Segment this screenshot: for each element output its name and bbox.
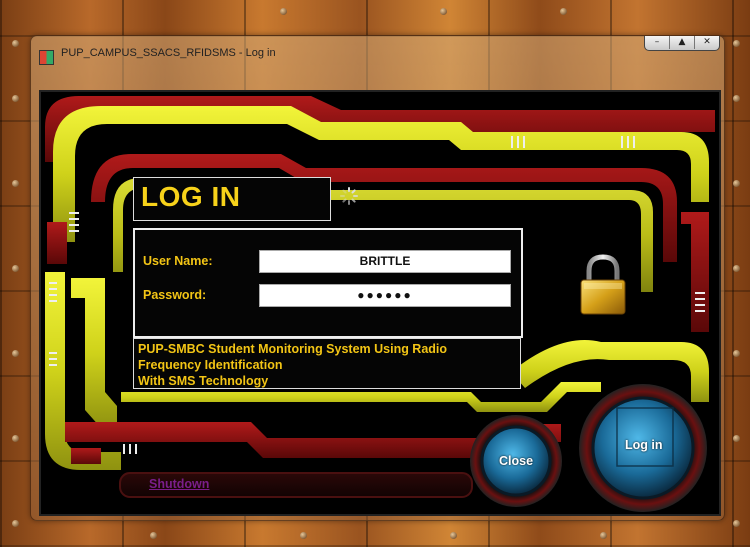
- close-button[interactable]: Close: [469, 414, 563, 508]
- title-box: LOG IN: [133, 177, 331, 221]
- password-label: Password:: [143, 288, 207, 302]
- maximize-button[interactable]: ▲: [669, 36, 694, 49]
- shutdown-bar: Shutdown: [119, 472, 473, 498]
- padlock-icon: [580, 254, 626, 315]
- login-panel: LOG IN User Name: BRITTLE Password: ●●●●…: [39, 90, 721, 516]
- close-window-button[interactable]: ✕: [694, 36, 719, 49]
- minimize-button[interactable]: –: [645, 36, 669, 49]
- title-bar[interactable]: PUP_CAMPUS_SSACS_RFIDSMS - Log in – ▲ ✕: [31, 36, 724, 66]
- credentials-box: User Name: BRITTLE Password: ●●●●●●: [133, 228, 523, 338]
- username-label: User Name:: [143, 254, 213, 268]
- login-button-label: Log in: [625, 438, 663, 452]
- page-title: LOG IN: [141, 181, 241, 212]
- password-field[interactable]: ●●●●●●: [259, 284, 511, 307]
- shutdown-link[interactable]: Shutdown: [149, 477, 209, 491]
- description-line: PUP-SMBC Student Monitoring System Using…: [138, 342, 448, 356]
- loading-spinner-icon: [340, 187, 358, 205]
- description-line: Frequency Identification: [138, 358, 283, 372]
- login-window: PUP_CAMPUS_SSACS_RFIDSMS - Log in – ▲ ✕: [30, 35, 725, 521]
- window-title: PUP_CAMPUS_SSACS_RFIDSMS - Log in: [61, 47, 276, 59]
- description-text: PUP-SMBC Student Monitoring System Using…: [138, 341, 518, 389]
- username-field[interactable]: BRITTLE: [259, 250, 511, 273]
- description-line: With SMS Technology: [138, 374, 269, 388]
- caption-buttons: – ▲ ✕: [644, 36, 720, 51]
- app-icon: [39, 50, 54, 65]
- description-box: PUP-SMBC Student Monitoring System Using…: [133, 338, 521, 389]
- login-button[interactable]: Log in: [577, 382, 709, 514]
- close-button-label: Close: [499, 454, 534, 468]
